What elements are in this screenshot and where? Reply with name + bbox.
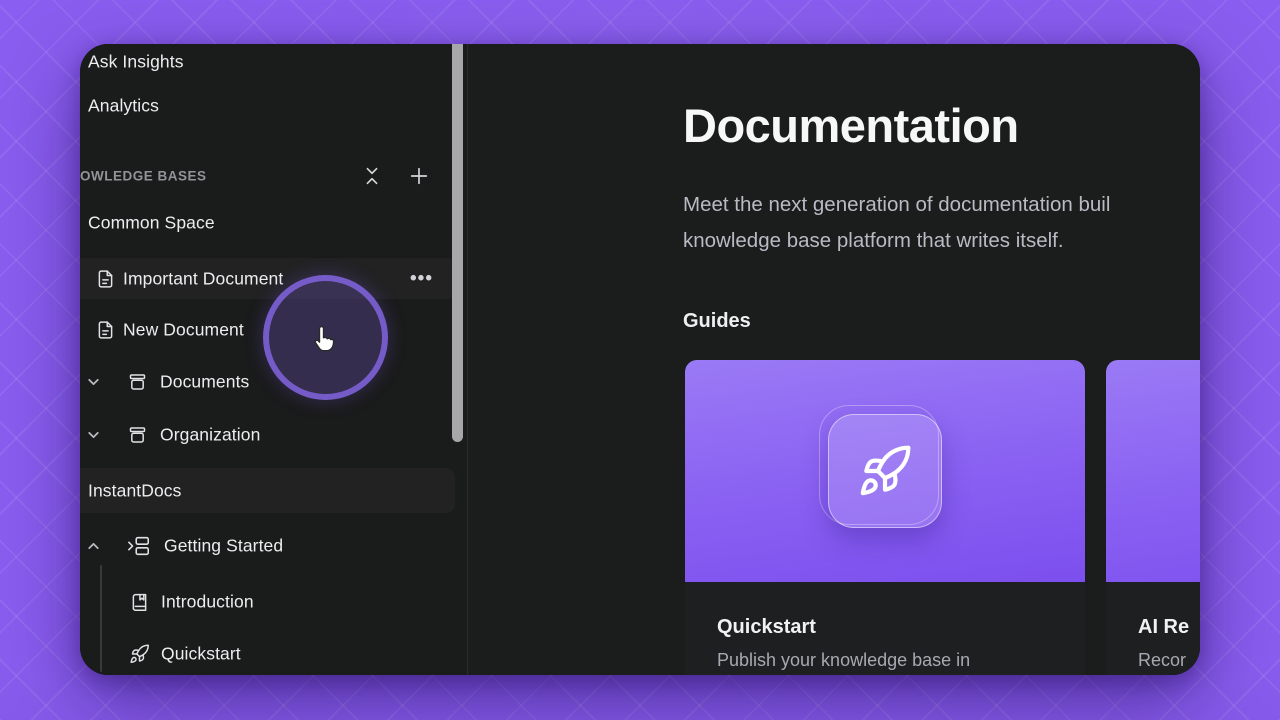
book-icon bbox=[132, 593, 147, 611]
plus-icon[interactable] bbox=[408, 165, 430, 187]
list-tree-icon bbox=[128, 536, 150, 556]
sidebar-item-introduction[interactable]: Introduction bbox=[80, 582, 455, 622]
chevron-down-icon[interactable] bbox=[85, 427, 102, 444]
sidebar-item-label: Getting Started bbox=[164, 535, 284, 556]
section-header-label: OWLEDGE BASES bbox=[80, 168, 207, 184]
more-menu-icon[interactable]: ••• bbox=[410, 268, 433, 290]
screenshot-root: { "colors": { "background_purple": "#8a5… bbox=[0, 0, 1280, 720]
guide-card-quickstart[interactable]: Quickstart Publish your knowledge base i… bbox=[685, 360, 1085, 675]
guides-section-title: Guides bbox=[683, 310, 751, 332]
collapse-all-icon[interactable] bbox=[361, 165, 383, 187]
sidebar-item-label: Organization bbox=[160, 424, 261, 445]
card-body: Quickstart Publish your knowledge base i… bbox=[685, 582, 1085, 671]
card-description: Publish your knowledge base in bbox=[717, 650, 971, 670]
sidebar-item-label: Common Space bbox=[88, 212, 215, 233]
sidebar-item-analytics[interactable]: Analytics bbox=[80, 86, 455, 126]
sidebar-item-label: Documents bbox=[160, 371, 250, 392]
sidebar-item-label: Ask Insights bbox=[88, 51, 184, 72]
card-banner bbox=[685, 360, 1085, 582]
page-subtitle: Meet the next generation of documentatio… bbox=[683, 187, 1110, 258]
card-description: Recor bbox=[1138, 650, 1187, 670]
page-title: Documentation bbox=[683, 99, 1019, 152]
archive-icon bbox=[129, 427, 146, 443]
sidebar-item-documents[interactable]: Documents bbox=[80, 362, 455, 402]
card-title: AI Re bbox=[1138, 616, 1190, 638]
sidebar-item-quickstart[interactable]: Quickstart bbox=[80, 634, 455, 674]
card-banner bbox=[1106, 360, 1200, 582]
rocket-icon bbox=[130, 644, 149, 664]
sidebar-item-instantdocs[interactable]: InstantDocs bbox=[80, 468, 455, 513]
sidebar-item-label: Analytics bbox=[88, 95, 159, 116]
sidebar-item-label: InstantDocs bbox=[88, 480, 182, 500]
archive-icon bbox=[129, 374, 146, 390]
knowledge-bases-section-header: OWLEDGE BASES bbox=[80, 163, 455, 189]
page-subtitle-line2: knowledge base platform that writes itse… bbox=[683, 228, 1064, 252]
sidebar-item-ask-insights[interactable]: Ask Insights bbox=[80, 44, 455, 82]
rocket-icon bbox=[860, 445, 911, 496]
card-title: Quickstart bbox=[717, 616, 816, 638]
sidebar-item-new-document[interactable]: New Document bbox=[80, 310, 455, 350]
sidebar-item-label: Introduction bbox=[161, 591, 254, 612]
sidebar-item-label: Important Document bbox=[123, 268, 284, 288]
guide-cards-row: Quickstart Publish your knowledge base i… bbox=[685, 360, 1200, 675]
sidebar-scrollbar[interactable] bbox=[452, 44, 463, 442]
sidebar: Ask Insights Analytics OWLEDGE BASES Com… bbox=[80, 44, 467, 675]
chevron-down-icon[interactable] bbox=[85, 374, 102, 391]
app-window: Ask Insights Analytics OWLEDGE BASES Com… bbox=[80, 44, 1200, 675]
sidebar-item-label: Quickstart bbox=[161, 643, 241, 664]
file-text-icon bbox=[98, 269, 113, 288]
sidebar-item-getting-started[interactable]: Getting Started bbox=[80, 526, 455, 566]
sidebar-item-organization[interactable]: Organization bbox=[80, 415, 455, 455]
sidebar-item-common-space[interactable]: Common Space bbox=[80, 203, 455, 243]
sidebar-item-important-document[interactable]: Important Document ••• bbox=[80, 258, 455, 299]
icon-tile bbox=[828, 414, 942, 528]
page-subtitle-line1: Meet the next generation of documentatio… bbox=[683, 193, 1111, 216]
guide-card-ai[interactable]: AI Re Recor bbox=[1106, 360, 1200, 675]
file-text-icon bbox=[98, 321, 113, 339]
main-content: Documentation Meet the next generation o… bbox=[468, 44, 1200, 675]
card-body: AI Re Recor bbox=[1106, 582, 1200, 671]
sidebar-item-label: New Document bbox=[123, 319, 244, 340]
chevron-up-icon[interactable] bbox=[85, 538, 102, 555]
